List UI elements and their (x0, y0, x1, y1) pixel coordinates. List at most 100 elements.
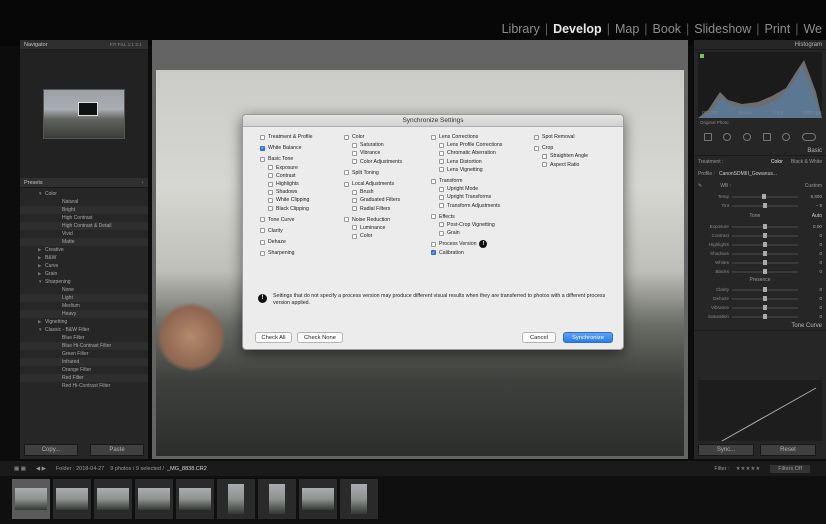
option-dehaze[interactable]: Dehaze (260, 238, 313, 246)
slider-knob[interactable] (763, 304, 768, 310)
preset-group[interactable]: ▶ Vignetting (20, 318, 148, 326)
option-local-adjustments[interactable]: Local Adjustments (344, 180, 402, 188)
checkbox-color-adjustments[interactable] (352, 159, 357, 165)
check-all-button[interactable]: Check All (255, 332, 292, 343)
option-basic-tone[interactable]: Basic Tone (260, 155, 313, 163)
filmstrip-thumbnail[interactable] (12, 479, 50, 519)
checkbox-grain[interactable] (439, 230, 444, 236)
filmstrip-thumbnail[interactable] (53, 479, 91, 519)
slider-knob[interactable] (763, 241, 768, 247)
synchronize-button[interactable]: Synchronize (563, 332, 613, 343)
slider-value[interactable]: 0 (798, 233, 822, 238)
checkbox-sharpening[interactable] (260, 250, 265, 256)
filmstrip-thumbnail[interactable] (299, 479, 337, 519)
option-straighten-angle[interactable]: Straighten Angle (534, 152, 588, 160)
checkbox-transform[interactable] (431, 178, 436, 184)
option-process-version[interactable]: Process Version! (431, 240, 502, 249)
navigator-preview[interactable] (20, 50, 148, 178)
checkbox-aspect-ratio[interactable] (542, 162, 547, 168)
original-photo-toggle[interactable]: Original Photo (694, 120, 826, 128)
option-lens-profile-corrections[interactable]: Lens Profile Corrections (431, 141, 502, 149)
slider-value[interactable]: 0 (798, 305, 822, 310)
option-chromatic-aberration[interactable]: Chromatic Aberration (431, 149, 502, 157)
whites-slider[interactable] (732, 259, 798, 265)
preset-item[interactable]: Red Filter (20, 374, 148, 382)
blacks-slider[interactable] (732, 268, 798, 274)
expand-right-icon[interactable]: ▶ (38, 254, 45, 262)
slider-knob[interactable] (763, 268, 768, 274)
checkbox-upright-mode[interactable] (439, 186, 444, 192)
option-luminance[interactable]: Luminance (344, 224, 402, 232)
tint-value[interactable]: − 9 (798, 203, 822, 208)
preset-group[interactable]: ▶ Grain (20, 270, 148, 278)
expand-down-icon[interactable]: ▼ (38, 190, 45, 198)
checkbox-white-balance[interactable]: ✓ (260, 145, 265, 151)
navigator-header[interactable]: Navigator FIT FILL 1:1 3:1 (20, 40, 148, 50)
option-white-clipping[interactable]: White Clipping (260, 196, 313, 204)
radial-filter-icon[interactable] (782, 133, 791, 141)
slider-knob[interactable] (761, 193, 766, 199)
crop-tool-icon[interactable] (703, 133, 712, 141)
temp-slider-row[interactable]: Temp 5,800 (694, 192, 826, 201)
filters-off-dropdown[interactable]: Filters Off (770, 464, 810, 473)
treatment-color-option[interactable]: Color (771, 159, 783, 165)
presets-header[interactable]: Presets + (20, 178, 148, 188)
checkbox-treatment-profile[interactable] (260, 134, 265, 140)
module-book[interactable]: Book (653, 22, 682, 36)
filmstrip-thumbnail[interactable] (176, 479, 214, 519)
temp-value[interactable]: 5,800 (798, 194, 823, 199)
option-exposure[interactable]: Exposure (260, 164, 313, 172)
navigator-zoom-options[interactable]: FIT FILL 1:1 3:1 (110, 42, 144, 47)
preset-item[interactable]: Matte (20, 238, 148, 246)
checkbox-brush[interactable] (352, 189, 357, 195)
preset-item[interactable]: Orange Filter (20, 366, 148, 374)
slider-value[interactable]: 0 (798, 251, 822, 256)
checkbox-white-clipping[interactable] (268, 197, 273, 203)
wb-value[interactable]: Custom (805, 183, 822, 189)
profile-value[interactable]: CanonSDMIII_Gowanus... (719, 171, 777, 177)
checkbox-dehaze[interactable] (260, 239, 265, 245)
checkbox-exposure[interactable] (268, 165, 273, 171)
slider-knob[interactable] (763, 250, 768, 256)
brush-icon[interactable] (802, 133, 817, 141)
tone-curve-header[interactable]: Tone Curve (694, 321, 826, 331)
option-split-toning[interactable]: Split Toning (344, 169, 402, 177)
checkbox-lens-profile-corrections[interactable] (439, 142, 444, 148)
slider-value[interactable]: 0.00 (798, 224, 822, 229)
dehaze-slider-row[interactable]: Dehaze 0 (694, 294, 826, 303)
slider-value[interactable]: 0 (798, 296, 822, 301)
checkbox-black-clipping[interactable] (268, 206, 273, 212)
checkbox-split-toning[interactable] (344, 170, 349, 176)
checkbox-graduated-filters[interactable] (352, 197, 357, 203)
option-white-balance[interactable]: ✓ White Balance (260, 144, 313, 152)
option-color[interactable]: Color (344, 133, 402, 141)
preset-group[interactable]: ▶ Creative (20, 246, 148, 254)
sync-button[interactable]: Sync... (698, 444, 754, 456)
option-transform-adjustments[interactable]: Transform Adjustments (431, 202, 502, 210)
option-highlights[interactable]: Highlights (260, 180, 313, 188)
histogram-header[interactable]: Histogram (694, 40, 826, 50)
preset-item[interactable]: Blue Hi-Contrast Filter (20, 342, 148, 350)
filmstrip-thumbnail[interactable] (217, 479, 255, 519)
checkbox-process-version[interactable] (431, 241, 436, 247)
nav-arrows-icon[interactable]: ◀ ▶ (36, 466, 46, 472)
slider-value[interactable]: 0 (798, 260, 822, 265)
checkbox-vibrance[interactable] (352, 150, 357, 156)
basic-header[interactable]: Basic (694, 146, 826, 156)
red-eye-icon[interactable] (743, 133, 752, 141)
add-preset-button[interactable]: + (141, 180, 144, 185)
checkbox-contrast[interactable] (268, 173, 273, 179)
shadows-slider[interactable] (732, 250, 798, 256)
module-develop[interactable]: Develop (553, 22, 602, 36)
checkbox-lens-vignetting[interactable] (439, 167, 444, 173)
preset-item[interactable]: Medium (20, 302, 148, 310)
option-calibration[interactable]: ✓ Calibration (431, 248, 502, 256)
module-library[interactable]: Library (502, 22, 540, 36)
slider-knob[interactable] (763, 286, 768, 292)
tint-slider[interactable] (732, 202, 798, 208)
preset-group[interactable]: ▼ Classic - B&W Filter (20, 326, 148, 334)
checkbox-post-crop-vignetting[interactable] (439, 222, 444, 228)
option-post-crop-vignetting[interactable]: Post-Crop Vignetting (431, 221, 502, 229)
checkbox-effects[interactable] (431, 214, 436, 220)
dehaze-slider[interactable] (732, 295, 798, 301)
